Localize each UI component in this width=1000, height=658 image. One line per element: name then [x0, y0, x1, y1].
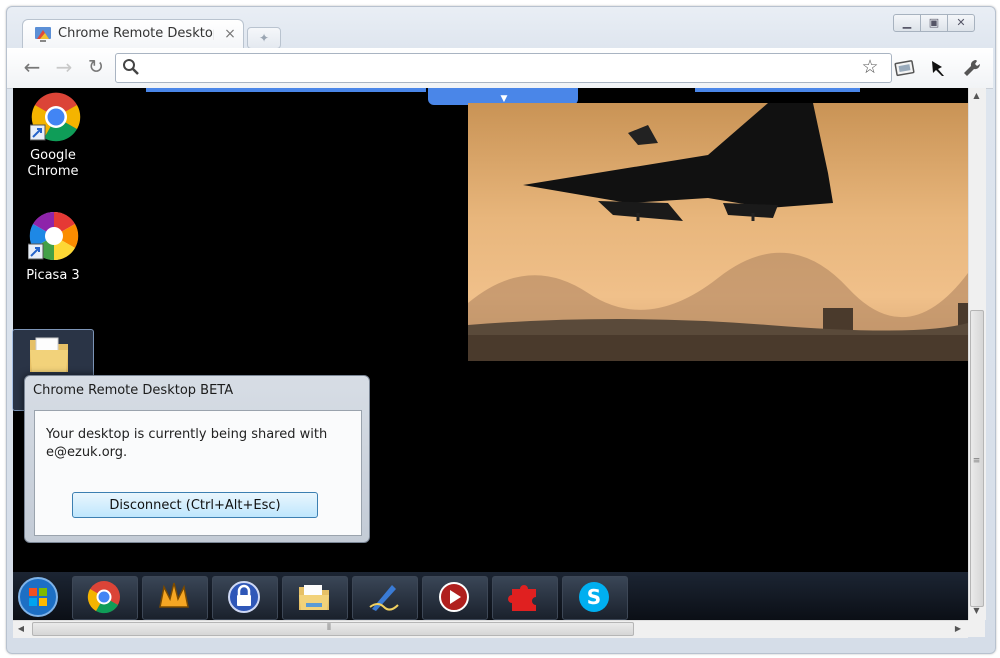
close-tab-icon[interactable]: × [222, 25, 238, 43]
scroll-up-arrow-icon[interactable]: ▲ [968, 88, 985, 104]
address-input[interactable] [144, 56, 848, 80]
new-tab-button[interactable]: ✦ [247, 27, 281, 49]
bookmark-star-icon[interactable]: ☆ [858, 56, 882, 78]
desktop-icon-label: Google Chrome [8, 148, 98, 180]
dialog-message: Your desktop is currently being shared w… [46, 426, 346, 462]
desktop-icon-label: Picasa 3 [26, 268, 80, 283]
google-chrome-icon[interactable] [30, 91, 82, 143]
skype-icon: S [579, 582, 609, 612]
forward-button[interactable]: → [52, 55, 76, 79]
lock-icon [228, 581, 260, 613]
winamp-icon [159, 582, 189, 608]
back-button[interactable]: ← [20, 55, 44, 79]
concorde-photo [468, 103, 968, 361]
scroll-left-arrow-icon[interactable]: ◀ [13, 620, 29, 637]
pin-extension-icon[interactable] [926, 57, 950, 79]
grip-icon: ⦀ [327, 623, 331, 633]
search-icon [123, 59, 139, 75]
label-line: Chrome [27, 164, 79, 179]
svg-text:S: S [587, 585, 601, 609]
scroll-right-arrow-icon[interactable]: ▶ [950, 620, 966, 637]
puzzle-icon [508, 585, 536, 611]
scrollbar-corner [968, 620, 985, 637]
scroll-down-arrow-icon[interactable]: ▼ [968, 603, 985, 619]
label-line: Google [30, 148, 76, 163]
disconnect-button[interactable]: Disconnect (Ctrl+Alt+Esc) [72, 492, 318, 518]
pen-icon [369, 585, 399, 611]
windows-start-button[interactable] [16, 576, 60, 618]
remote-toolbar-strip [146, 88, 426, 92]
grip-icon: ≡ [972, 456, 981, 466]
wrench-icon[interactable] [960, 57, 984, 79]
chrome-icon [87, 581, 120, 614]
close-window-button[interactable]: ✕ [947, 14, 975, 32]
message-line: Your desktop is currently being shared w… [46, 427, 328, 442]
chrome-remote-desktop-icon [35, 27, 51, 42]
picasa-icon[interactable] [28, 210, 80, 262]
remote-toolbar-strip [695, 88, 860, 92]
maximize-button[interactable]: ▣ [920, 14, 948, 32]
play-icon [439, 582, 469, 612]
folder-icon[interactable] [26, 332, 72, 378]
file-explorer-icon [299, 585, 329, 610]
reload-button[interactable]: ↻ [84, 55, 108, 79]
dialog-title: Chrome Remote Desktop BETA [33, 383, 234, 398]
remote-desktop-extension-icon[interactable] [893, 57, 917, 79]
tab-title: Chrome Remote Desktop BETA [58, 26, 214, 41]
minimize-button[interactable]: ▁ [893, 14, 921, 32]
message-line: e@ezuk.org. [46, 445, 128, 460]
